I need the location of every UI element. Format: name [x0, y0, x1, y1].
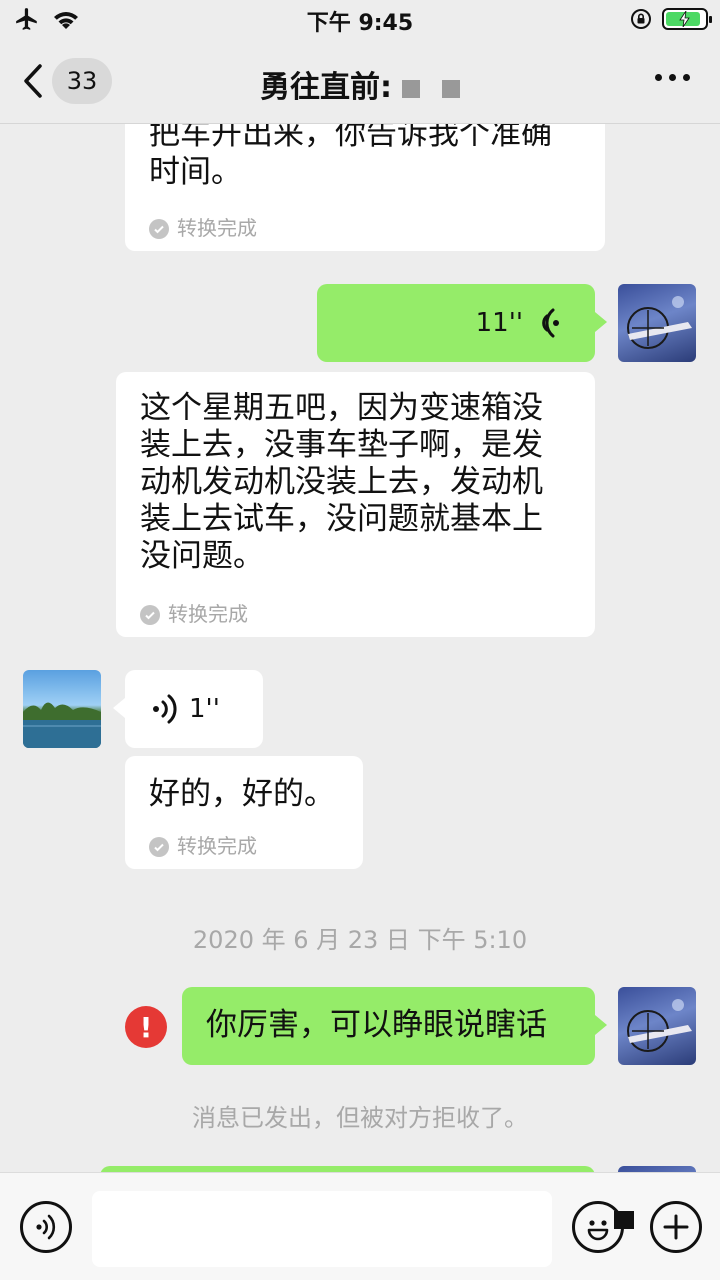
message-text: 时间。 — [149, 154, 242, 190]
message-text: 好的，好的。 — [149, 776, 335, 812]
battery-icon — [662, 8, 712, 30]
redacted-block — [442, 79, 460, 98]
status-time: 下午 9:45 — [306, 11, 414, 36]
message-line: 动机发动机没装上去，发动机 — [140, 464, 543, 500]
status-bar: 下午 9:45 — [0, 0, 720, 40]
message-line: 这个星期五吧，因为变速箱没 — [140, 390, 543, 426]
dot-icon — [683, 74, 690, 81]
voice-wave-icon — [542, 308, 559, 338]
dot-icon — [655, 74, 662, 81]
message-timestamp: 2020 年 6 月 23 日 下午 5:10 — [192, 926, 528, 954]
message-bubble-transcribed[interactable]: 把车开出来，你告诉我个准确 时间。 转换完成 — [125, 124, 605, 251]
more-functions-button[interactable] — [650, 1201, 702, 1253]
message-line: 装上去，没事车垫子啊，是发 — [140, 427, 543, 463]
message-text-block: 这个星期五吧，因为变速箱没 装上去，没事车垫子啊，是发 动机发动机没装上去，发动… — [140, 390, 580, 575]
chat-header: 33 勇往直前: — [0, 40, 720, 124]
stop-icon — [614, 1211, 634, 1229]
voice-message-incoming[interactable]: 1'' — [113, 670, 263, 748]
orientation-lock-icon — [631, 9, 651, 29]
check-circle-icon — [149, 836, 169, 857]
status-right-icons — [630, 8, 712, 30]
message-text: 你厉害，可以睁眼说瞎话 — [206, 1007, 547, 1043]
transcription-status-text: 转换完成 — [168, 602, 248, 626]
message-bubble-transcribed[interactable]: 这个星期五吧，因为变速箱没 装上去，没事车垫子啊，是发 动机发动机没装上去，发动… — [116, 372, 595, 637]
message-line: 没问题。 — [140, 538, 264, 574]
send-failed-icon[interactable]: ! — [125, 1006, 167, 1048]
plus-icon — [663, 1214, 689, 1240]
input-bar — [0, 1172, 720, 1280]
chat-messages[interactable]: 把车开出来，你告诉我个准确 时间。 转换完成 11'' 这个星期五吧，因为变速箱… — [0, 124, 720, 1172]
voice-wave-icon — [153, 694, 177, 724]
chat-title: 勇往直前: — [0, 62, 720, 106]
transcription-status-text: 转换完成 — [177, 216, 257, 240]
check-circle-icon — [149, 218, 169, 239]
redacted-block — [402, 79, 420, 98]
transcription-status-text: 转换完成 — [177, 834, 257, 858]
transcription-status: 转换完成 — [149, 210, 257, 247]
voice-input-button[interactable] — [20, 1201, 72, 1253]
smiley-icon — [587, 1220, 609, 1241]
voice-duration: 1'' — [189, 694, 220, 724]
voice-message-outgoing[interactable]: 11'' — [317, 284, 607, 362]
my-avatar[interactable] — [618, 987, 696, 1065]
transcription-status: 转换完成 — [149, 828, 257, 865]
message-bubble-transcribed[interactable]: 好的，好的。 转换完成 — [125, 756, 363, 869]
message-line: 装上去试车，没问题就基本上 — [140, 501, 543, 537]
message-bubble-outgoing[interactable]: 你厉害，可以睁眼说瞎话 — [182, 987, 607, 1065]
transcription-status: 转换完成 — [140, 596, 248, 633]
message-text: 把车开出来，你告诉我个准确 — [149, 124, 552, 152]
dot-icon — [669, 74, 676, 81]
rejected-notice: 消息已发出，但被对方拒收了。 — [192, 1104, 528, 1132]
chat-title-text: 勇往直前: — [260, 70, 392, 105]
contact-avatar[interactable] — [23, 670, 101, 748]
charging-bolt-icon — [679, 11, 690, 27]
my-avatar[interactable] — [618, 284, 696, 362]
message-input[interactable] — [92, 1191, 552, 1267]
check-circle-icon — [140, 604, 160, 625]
voice-duration: 11'' — [475, 308, 523, 338]
more-options-button[interactable] — [655, 74, 690, 81]
voice-wave-icon — [36, 1214, 56, 1240]
